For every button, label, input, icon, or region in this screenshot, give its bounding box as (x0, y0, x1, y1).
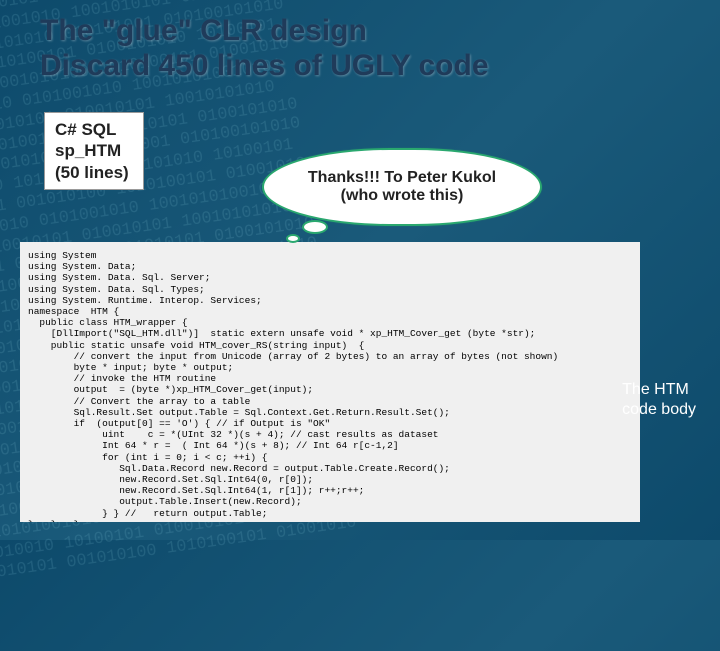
csharp-box-line3: (50 lines) (55, 162, 129, 183)
htm-label-line2: code body (622, 400, 696, 420)
htm-label-line1: The HTM (622, 380, 696, 400)
title-line-1: The "glue" CLR design (40, 14, 720, 49)
htm-body-callout: The HTM code body (622, 380, 696, 420)
bubble-text: Thanks!!! To Peter Kukol (who wrote this… (290, 169, 514, 205)
csharp-callout-box: C# SQL sp_HTM (50 lines) (44, 112, 144, 190)
csharp-box-line2: sp_HTM (55, 140, 129, 161)
title-line-2: Discard 450 lines of UGLY code (40, 49, 720, 84)
slide-title: The "glue" CLR design Discard 450 lines … (0, 0, 720, 83)
thanks-speech-bubble: Thanks!!! To Peter Kukol (who wrote this… (262, 148, 542, 226)
csharp-box-line1: C# SQL (55, 119, 129, 140)
bubble-tail-icon (286, 234, 300, 243)
code-listing: using System using System. Data; using S… (20, 242, 640, 522)
bubble-tail-icon (302, 220, 328, 234)
